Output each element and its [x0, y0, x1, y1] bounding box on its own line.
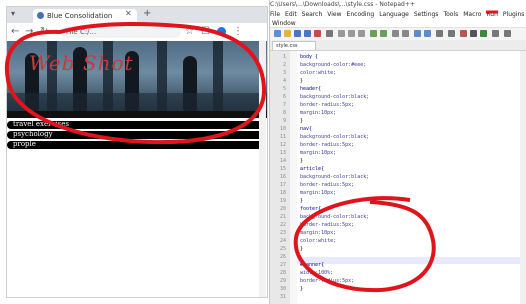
annotation-layer [4, 10, 498, 293]
annotation-circle [4, 22, 267, 145]
annotation-circle [293, 196, 436, 293]
